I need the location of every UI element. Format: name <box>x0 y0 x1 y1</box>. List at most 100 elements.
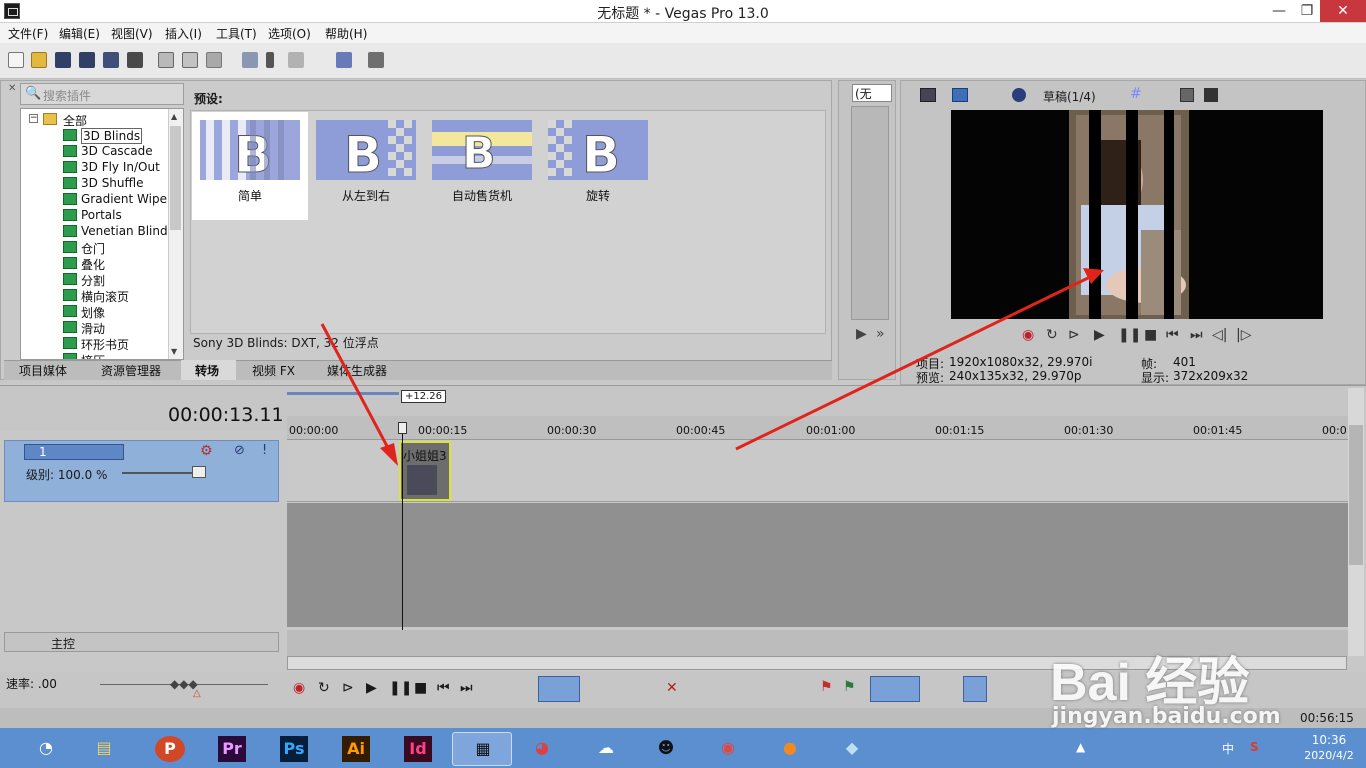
marker-icon[interactable]: ⚑ <box>820 679 833 695</box>
monitor-icon[interactable] <box>952 88 968 102</box>
properties-icon[interactable] <box>920 88 936 102</box>
tree-item[interactable]: 3D Fly In/Out <box>81 160 160 174</box>
menu-options[interactable]: 选项(O) <box>268 25 311 42</box>
play-from-start-icon[interactable]: ⊳ <box>342 680 354 696</box>
whats-this-icon[interactable] <box>368 52 384 68</box>
illustrator-taskbar-icon[interactable]: Ai <box>334 732 378 766</box>
chrome-taskbar-icon[interactable]: ◉ <box>706 732 750 766</box>
menu-view[interactable]: 视图(V) <box>111 25 153 42</box>
tab-media-generators[interactable]: 媒体生成器 <box>327 362 387 379</box>
plugin-search-input[interactable]: 🔍 搜索插件 <box>20 83 184 105</box>
app-taskbar-icon[interactable]: ◆ <box>830 732 874 766</box>
loop-icon[interactable]: ↻ <box>1046 327 1058 343</box>
tree-item[interactable]: Gradient Wipe <box>81 192 167 206</box>
playhead[interactable] <box>402 425 403 655</box>
save-icon[interactable] <box>55 52 71 68</box>
tree-item[interactable]: 滑动 <box>81 320 105 337</box>
solo-icon[interactable]: ! <box>262 443 267 458</box>
track-name-field[interactable]: 1 <box>24 444 124 460</box>
undo-icon[interactable] <box>242 52 258 68</box>
play-from-start-icon[interactable]: ⊳ <box>1068 327 1080 343</box>
record-icon[interactable]: ◉ <box>293 680 305 696</box>
scroll-down-icon[interactable]: ▼ <box>171 347 177 356</box>
tab-explorer[interactable]: 资源管理器 <box>101 362 161 379</box>
new-file-icon[interactable] <box>8 52 24 68</box>
level-slider-thumb[interactable] <box>192 466 206 478</box>
play-icon[interactable]: ▶ <box>366 680 377 696</box>
stop-icon[interactable]: ■ <box>414 680 427 696</box>
region-icon[interactable]: ⚑ <box>843 679 856 695</box>
tab-transitions[interactable]: 转场 <box>195 362 219 379</box>
app-taskbar-icon[interactable]: ◕ <box>520 732 564 766</box>
clock-date[interactable]: 2020/4/2 <box>1292 749 1366 762</box>
record-icon[interactable]: ◉ <box>1022 327 1034 343</box>
menu-help[interactable]: 帮助(H) <box>325 25 367 42</box>
trimmer-dropdown[interactable]: (无 <box>852 84 892 102</box>
scroll-up-icon[interactable]: ▲ <box>171 112 177 121</box>
premiere-taskbar-icon[interactable]: Pr <box>210 732 254 766</box>
tree-item[interactable]: 仓门 <box>81 240 105 257</box>
preset-left-to-right[interactable]: B 从左到右 <box>308 112 424 220</box>
menu-edit[interactable]: 编辑(E) <box>59 25 100 42</box>
go-to-end-icon[interactable]: ⏭ <box>460 680 473 696</box>
mute-icon[interactable]: ⊘ <box>234 443 245 458</box>
tree-root-all[interactable]: 全部 <box>63 112 87 129</box>
tab-video-fx[interactable]: 视频 FX <box>252 362 295 379</box>
ime-indicator[interactable]: 中 <box>1222 740 1234 757</box>
play-icon[interactable]: ▶ <box>1094 327 1105 343</box>
tree-item[interactable]: 3D Cascade <box>81 144 153 158</box>
app-taskbar-icon[interactable]: ● <box>768 732 812 766</box>
tree-item[interactable]: Venetian Blinds <box>81 224 174 238</box>
next-frame-icon[interactable]: |▷ <box>1236 327 1251 343</box>
menu-insert[interactable]: 插入(I) <box>165 25 202 42</box>
panel-close-icon[interactable]: ✕ <box>8 83 16 94</box>
menu-tools[interactable]: 工具(T) <box>216 25 257 42</box>
go-to-start-icon[interactable]: ⏮ <box>1166 327 1179 343</box>
tree-collapse-icon[interactable]: − <box>29 114 38 123</box>
tree-item[interactable]: 3D Blinds <box>81 128 143 144</box>
tree-item[interactable]: 叠化 <box>81 256 105 273</box>
menu-file[interactable]: 文件(F) <box>8 25 48 42</box>
vegas-taskbar-icon[interactable]: ▦ <box>452 732 512 766</box>
playhead-handle[interactable] <box>398 422 407 434</box>
undo-dropdown-icon[interactable] <box>266 52 274 68</box>
app-taskbar-icon[interactable]: ☁ <box>584 732 628 766</box>
save-snapshot-icon[interactable] <box>1204 88 1218 102</box>
render-icon[interactable] <box>103 52 119 68</box>
grid-icon[interactable]: # <box>1130 86 1142 102</box>
save-as-icon[interactable] <box>79 52 95 68</box>
edit-tool-button[interactable] <box>538 676 580 702</box>
tray-expand-icon[interactable]: ▲ <box>1076 740 1085 754</box>
play-icon[interactable]: ▶ <box>856 326 867 342</box>
go-to-end-icon[interactable]: ⏭ <box>1190 327 1203 343</box>
redo-icon[interactable] <box>288 52 304 68</box>
qq-taskbar-icon[interactable]: ☻ <box>644 732 688 766</box>
paste-icon[interactable] <box>206 52 222 68</box>
photoshop-taskbar-icon[interactable]: Ps <box>272 732 316 766</box>
delete-icon[interactable]: ✕ <box>666 680 678 696</box>
stop-icon[interactable]: ■ <box>1144 327 1157 343</box>
tree-item[interactable]: 划像 <box>81 304 105 321</box>
copy-icon[interactable] <box>182 52 198 68</box>
preset-vending-machine[interactable]: B 自动售货机 <box>424 112 540 220</box>
tree-item[interactable]: 环形书页 <box>81 336 129 353</box>
preset-simple[interactable]: B 简单 <box>192 112 308 220</box>
open-folder-icon[interactable] <box>31 52 47 68</box>
tree-item[interactable]: 分割 <box>81 272 105 289</box>
master-bus-header[interactable]: 主控 <box>4 632 279 652</box>
loop-icon[interactable]: ↻ <box>318 680 330 696</box>
tree-item[interactable]: 横向滚页 <box>81 288 129 305</box>
timeline-empty-area[interactable] <box>287 503 1348 627</box>
copy-snapshot-icon[interactable] <box>1180 88 1194 102</box>
fx-gear-icon[interactable]: ⚙ <box>200 443 213 459</box>
preset-rotate[interactable]: B 旋转 <box>540 112 656 220</box>
tree-item[interactable]: 挤压 <box>81 352 105 359</box>
go-to-start-icon[interactable]: ⏮ <box>437 680 450 696</box>
close-icon[interactable]: ✕ <box>1320 0 1366 22</box>
expand-icon[interactable]: » <box>876 326 885 342</box>
browser-taskbar-icon[interactable]: ◔ <box>24 732 68 766</box>
explorer-taskbar-icon[interactable]: ▤ <box>82 732 126 766</box>
sogou-icon[interactable]: S <box>1250 740 1259 754</box>
pause-icon[interactable]: ❚❚ <box>389 680 412 696</box>
restore-icon[interactable]: ❐ <box>1290 0 1324 22</box>
